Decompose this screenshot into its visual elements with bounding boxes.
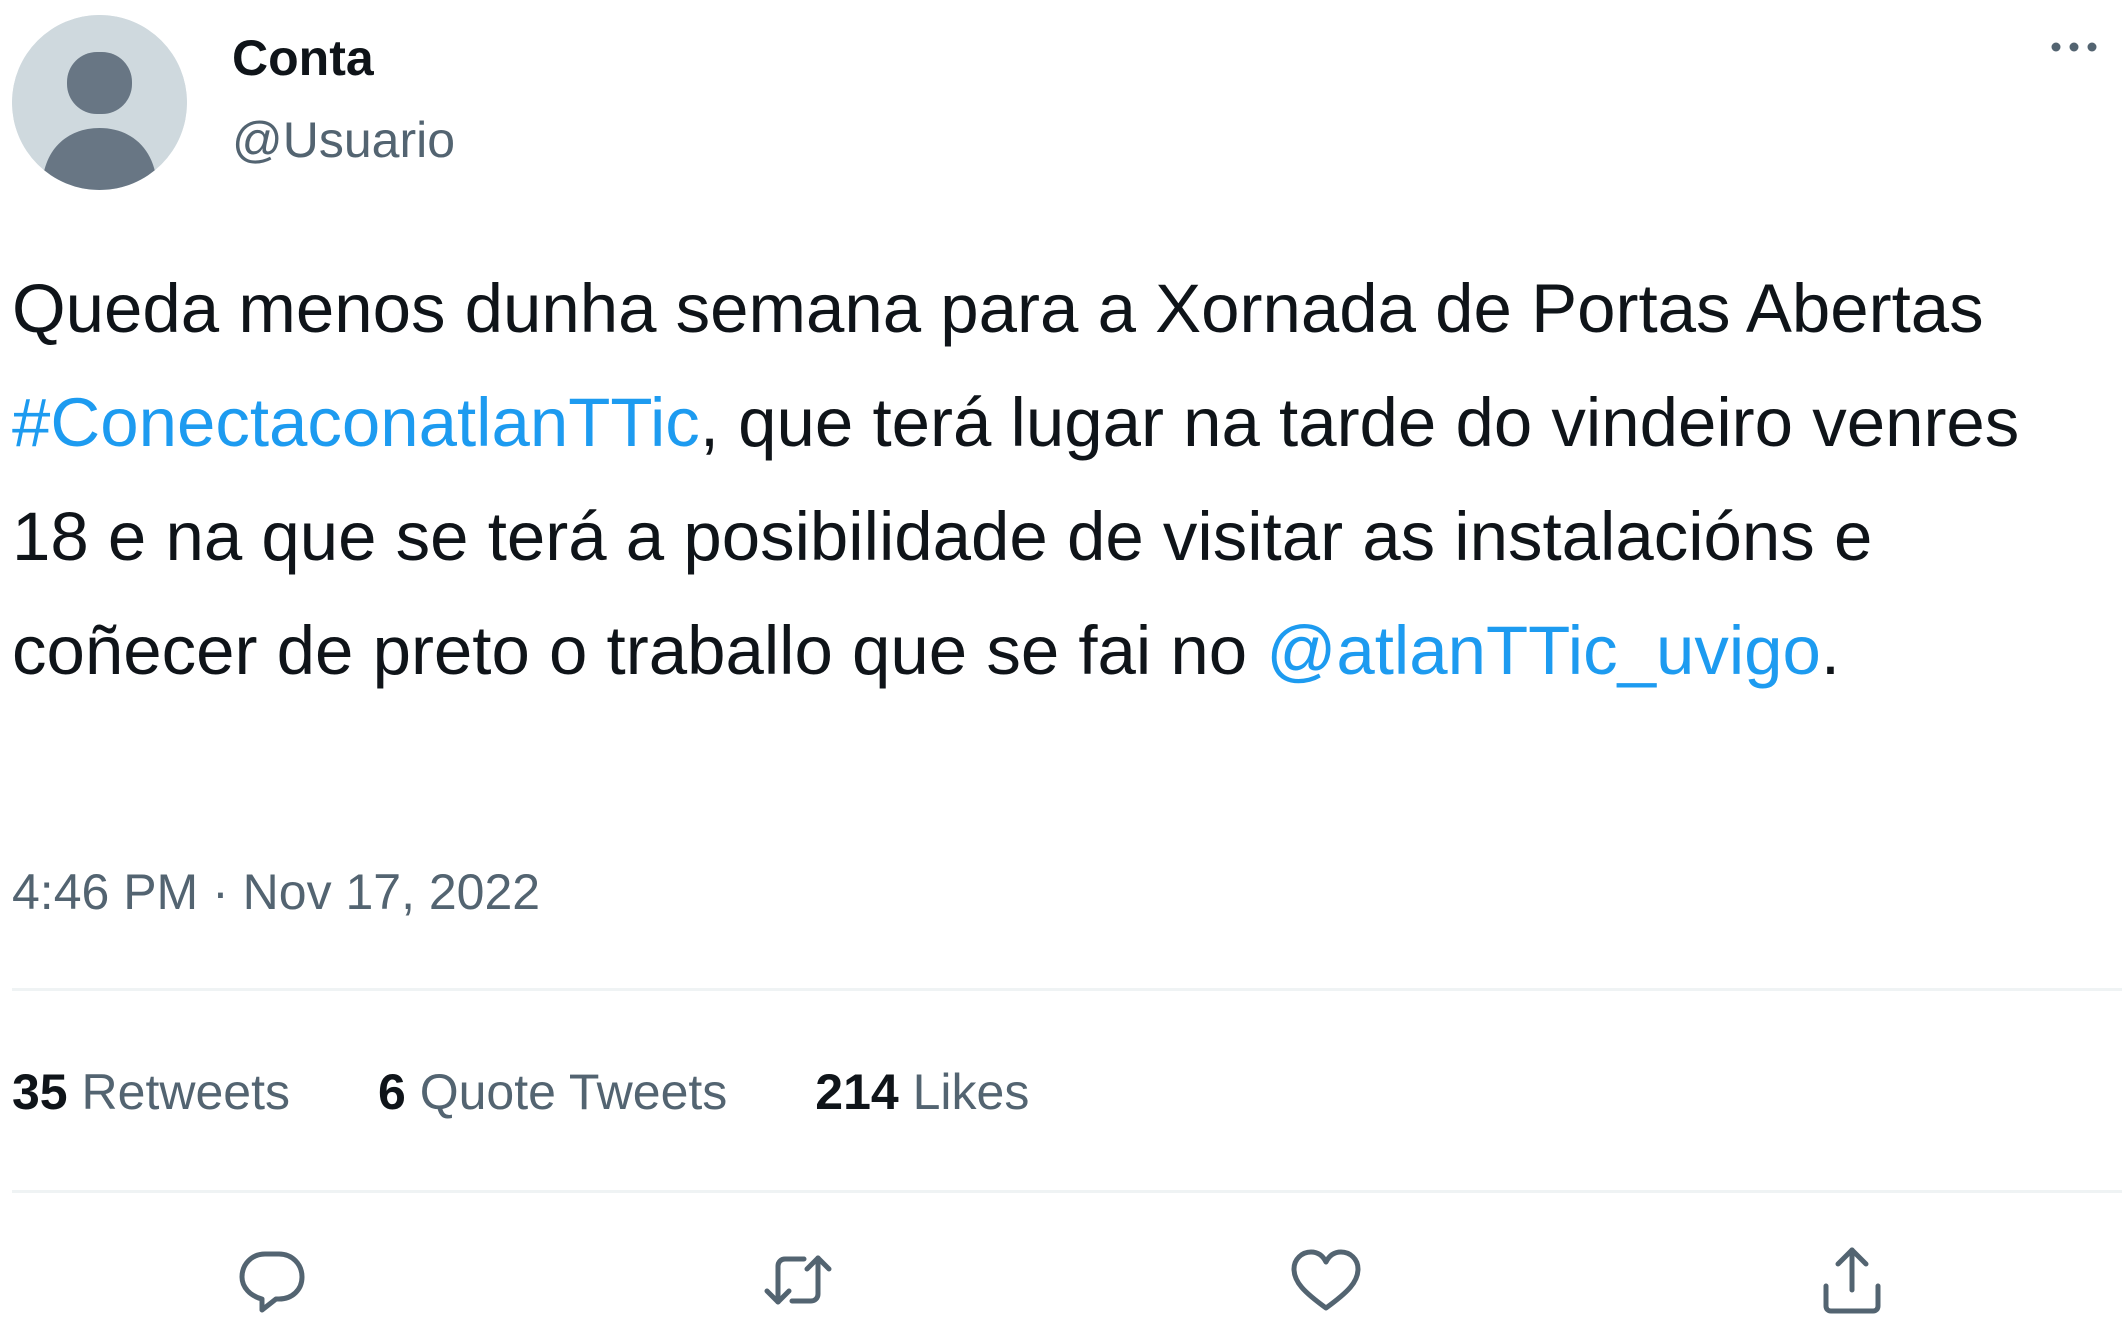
- tweet-timestamp: 4:46 PM · Nov 17, 2022: [12, 862, 540, 922]
- display-name[interactable]: Conta: [232, 28, 374, 88]
- tweet-date[interactable]: Nov 17, 2022: [243, 864, 540, 920]
- retweet-button[interactable]: [758, 1240, 838, 1320]
- share-icon: [1823, 1247, 1881, 1314]
- timestamp-separator: ·: [198, 864, 243, 920]
- more-options-icon[interactable]: [2039, 22, 2109, 72]
- avatar[interactable]: [12, 15, 187, 190]
- retweet-icon: [764, 1255, 832, 1305]
- quote-tweets-count: 6: [377, 1064, 406, 1120]
- retweets-count: 35: [12, 1064, 68, 1120]
- divider: [12, 988, 2122, 991]
- user-handle[interactable]: @Usuario: [232, 110, 455, 170]
- retweets-stat[interactable]: 35 Retweets: [12, 1062, 290, 1122]
- retweets-label: Retweets: [81, 1064, 290, 1120]
- tweet-text-part: Queda menos dunha semana para a Xornada …: [12, 270, 1984, 347]
- tweet-card: Conta @Usuario Queda menos dunha semana …: [0, 0, 2125, 1327]
- likes-label: Likes: [912, 1064, 1030, 1120]
- default-profile-icon: [12, 15, 187, 190]
- likes-count: 214: [815, 1064, 899, 1120]
- reply-button[interactable]: [232, 1240, 312, 1320]
- reply-icon: [239, 1251, 305, 1313]
- quote-tweets-stat[interactable]: 6 Quote Tweets: [378, 1062, 727, 1122]
- mention-link[interactable]: @atlanTTic_uvigo: [1266, 612, 1821, 689]
- share-button[interactable]: [1812, 1240, 1892, 1320]
- likes-stat[interactable]: 214 Likes: [815, 1062, 1029, 1122]
- like-button[interactable]: [1286, 1240, 1366, 1320]
- divider: [12, 1190, 2122, 1193]
- engagement-stats: 35 Retweets 6 Quote Tweets 214 Likes: [12, 1062, 1117, 1122]
- hashtag-link[interactable]: #ConectaconatlanTTic: [12, 384, 700, 461]
- tweet-time[interactable]: 4:46 PM: [12, 864, 198, 920]
- tweet-text: Queda menos dunha semana para a Xornada …: [12, 252, 2112, 708]
- like-icon: [1291, 1249, 1361, 1311]
- quote-tweets-label: Quote Tweets: [419, 1064, 728, 1120]
- tweet-text-part: .: [1820, 612, 1841, 689]
